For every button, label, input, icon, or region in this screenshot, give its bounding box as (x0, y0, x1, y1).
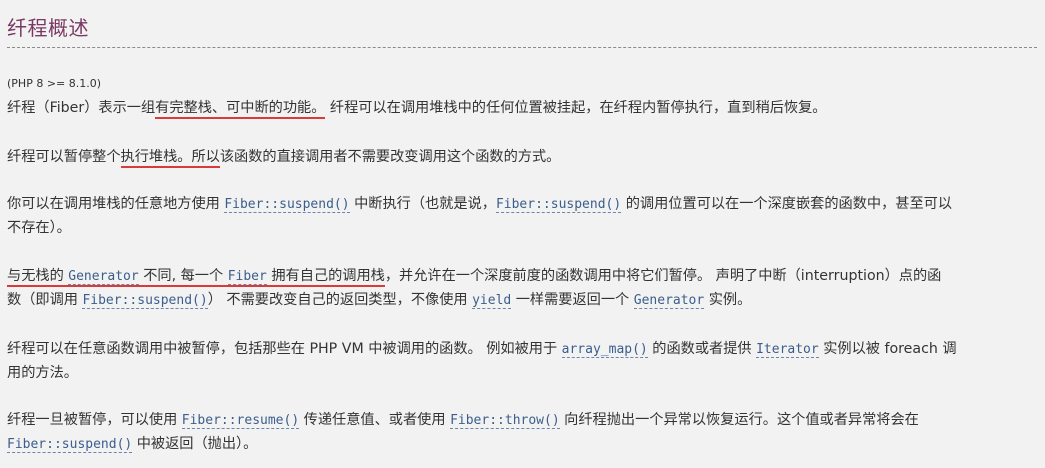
paragraph-2: 纤程可以暂停整个执行堆栈。所以该函数的直接调用者不需要改变调用这个函数的方式。 (7, 145, 1037, 169)
paragraph-line: 纤程可以暂停整个执行堆栈。所以该函数的直接调用者不需要改变调用这个函数的方式。 (7, 145, 1037, 169)
text-span: 不同, 每一个 (138, 268, 228, 284)
text-span: 纤程可以在任意函数调用中被暂停，包括那些在 PHP VM 中被调用的函数。 例如… (7, 341, 562, 357)
paragraph-line: 不存在）。 (7, 216, 1037, 240)
text-span: 纤程可以暂停整个 (7, 149, 121, 165)
text-span: 的函数或者提供 (647, 341, 757, 357)
text-span: 向纤程抛出一个异常以恢复运行。这个值或者异常将会在 (559, 412, 919, 428)
text-span: 传递任意值、或者使用 (299, 412, 451, 428)
paragraph-line: 数（即调用 Fiber::suspend()） 不需要改变自己的返回类型，不像使… (7, 288, 1037, 312)
highlighted-text: 与无栈的 Generator 不同, 每一个 Fiber 拥有自己的调用栈 (7, 268, 385, 287)
version-info: (PHP 8 >= 8.1.0) (7, 77, 102, 90)
yield-link[interactable]: yield (472, 293, 512, 309)
text-span: 实例。 (704, 292, 752, 308)
fiber-throw-link[interactable]: Fiber::throw() (450, 413, 560, 429)
paragraph-line: Fiber::suspend() 中被返回（抛出）。 (7, 432, 1037, 456)
paragraph-line: 与无栈的 Generator 不同, 每一个 Fiber 拥有自己的调用栈，并允… (7, 264, 1037, 288)
text-span: ，并允许在一个深度前度的函数调用中将它们暂停。 声明了中断（interrupti… (384, 268, 942, 284)
fiber-suspend-link[interactable]: Fiber::suspend() (224, 197, 350, 213)
paragraph-line: 纤程可以在任意函数调用中被暂停，包括那些在 PHP VM 中被调用的函数。 例如… (7, 337, 1037, 361)
fiber-suspend-link[interactable]: Fiber::suspend() (495, 197, 622, 213)
text-span: 的调用位置可以在一个深度嵌套的函数中，甚至可以 (621, 196, 953, 212)
text-span: 拥有自己的调用栈 (266, 268, 385, 284)
text-span: 不存在）。 (7, 220, 71, 236)
paragraph-1: 纤程（Fiber）表示一组有完整栈、可中断的功能。 纤程可以在调用堆栈中的任何位… (7, 96, 1037, 120)
paragraph-line: 纤程（Fiber）表示一组有完整栈、可中断的功能。 纤程可以在调用堆栈中的任何位… (7, 96, 1037, 120)
paragraph-4: 与无栈的 Generator 不同, 每一个 Fiber 拥有自己的调用栈，并允… (7, 264, 1037, 312)
highlighted-text: 执行堆栈。 (120, 149, 192, 168)
text-span: 中断执行（也就是说， (349, 196, 496, 212)
text-span: 实例以被 foreach 调 (818, 341, 957, 357)
paragraph-6: 纤程一旦被暂停，可以使用 Fiber::resume() 传递任意值、或者使用 … (7, 408, 1037, 456)
text-span: ） 不需要改变自己的返回类型，不像使用 (207, 292, 473, 308)
page: 纤程概述 (PHP 8 >= 8.1.0) 纤程（Fiber）表示一组有完整栈、… (0, 0, 1045, 468)
page-title: 纤程概述 (7, 16, 89, 40)
fiber-suspend-link[interactable]: Fiber::suspend() (7, 437, 133, 453)
text-span: 中被返回（抛出）。 (132, 436, 258, 452)
fiber-link[interactable]: Fiber (227, 269, 267, 285)
text-span: 你可以在调用堆栈的任意地方使用 (7, 196, 225, 212)
paragraph-3: 你可以在调用堆栈的任意地方使用 Fiber::suspend() 中断执行（也就… (7, 192, 1037, 240)
text-span: 一样需要返回一个 (511, 292, 634, 308)
text-span: 纤程一旦被暂停，可以使用 (7, 412, 182, 428)
generator-link[interactable]: Generator (68, 269, 139, 285)
text-span: 该函数的直接调用者不需要改变调用这个函数的方式。 (219, 149, 561, 165)
text-span: 与无栈的 (7, 268, 69, 284)
paragraph-line: 你可以在调用堆栈的任意地方使用 Fiber::suspend() 中断执行（也就… (7, 192, 1037, 216)
iterator-link[interactable]: Iterator (756, 342, 819, 358)
paragraph-line: 纤程一旦被暂停，可以使用 Fiber::resume() 传递任意值、或者使用 … (7, 408, 1037, 432)
paragraph-line: 用的方法。 (7, 361, 1037, 385)
fiber-suspend-link[interactable]: Fiber::suspend() (82, 293, 208, 309)
title-divider (7, 47, 1037, 48)
text-span: 纤程可以在调用堆栈中的任何位置被挂起，在纤程内暂停执行，直到稍后恢复。 (325, 100, 827, 116)
highlighted-text: 有完整栈、可中断的功能。 (155, 100, 326, 119)
fiber-resume-link[interactable]: Fiber::resume() (181, 413, 300, 429)
highlighted-text: 所以 (191, 149, 220, 168)
text-span: 纤程（Fiber）表示一组 (7, 100, 156, 116)
text-span: 用的方法。 (7, 365, 78, 381)
array-map-link[interactable]: array_map() (561, 342, 648, 358)
paragraph-5: 纤程可以在任意函数调用中被暂停，包括那些在 PHP VM 中被调用的函数。 例如… (7, 337, 1037, 385)
generator-link[interactable]: Generator (633, 293, 705, 309)
text-span: 数（即调用 (7, 292, 83, 308)
